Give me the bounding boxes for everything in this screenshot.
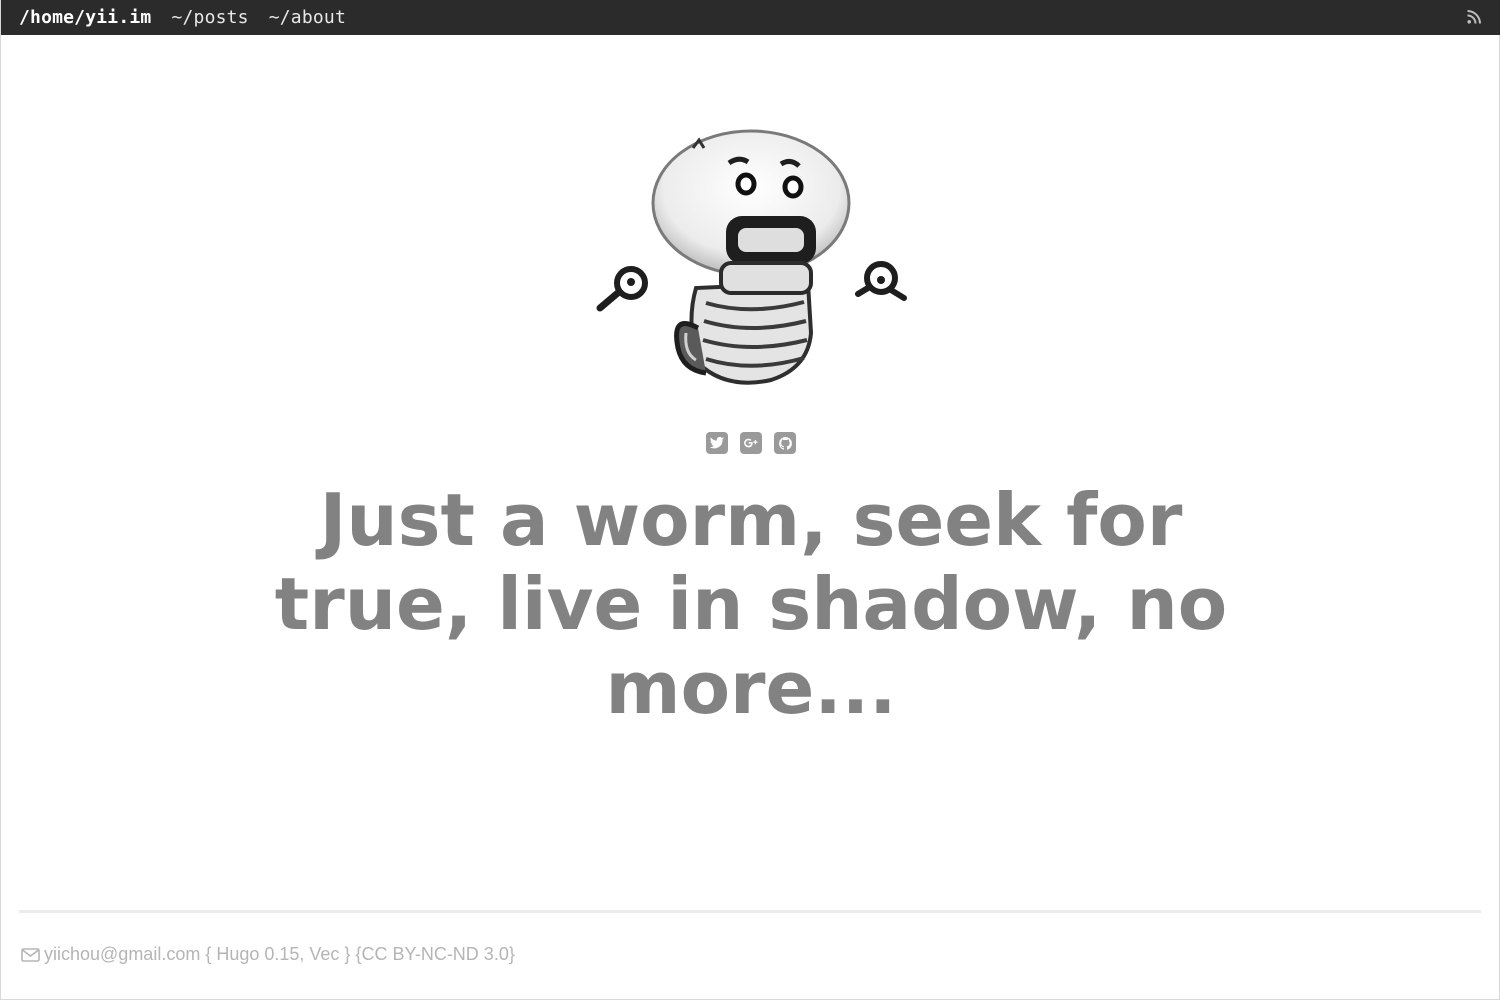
worm-avatar-illustration [596, 129, 907, 385]
top-nav-bar: /home/yii.im ~/posts ~/about [1, 0, 1500, 35]
footer-email[interactable]: yiichou@gmail.com [44, 944, 200, 965]
envelope-icon[interactable] [21, 947, 40, 962]
hero-tagline: Just a worm, seek for true, live in shad… [274, 478, 1228, 730]
twitter-icon[interactable] [706, 432, 728, 454]
footer-engine: { Hugo 0.15, Vec } [205, 944, 351, 964]
page: /home/yii.im ~/posts ~/about Just a worm… [0, 0, 1500, 1000]
site-brand-link[interactable]: /home/yii.im [19, 7, 151, 28]
google-plus-icon[interactable] [740, 432, 762, 454]
rss-icon[interactable] [1467, 10, 1481, 24]
github-icon[interactable] [774, 432, 796, 454]
nav-link-about[interactable]: ~/about [269, 7, 346, 28]
footer-license: {CC BY-NC-ND 3.0} [355, 944, 515, 964]
nav-link-posts[interactable]: ~/posts [171, 7, 248, 28]
social-links [1, 432, 1500, 454]
footer-divider [19, 910, 1481, 913]
footer: yiichou@gmail.com { Hugo 0.15, Vec } {CC… [21, 944, 520, 965]
